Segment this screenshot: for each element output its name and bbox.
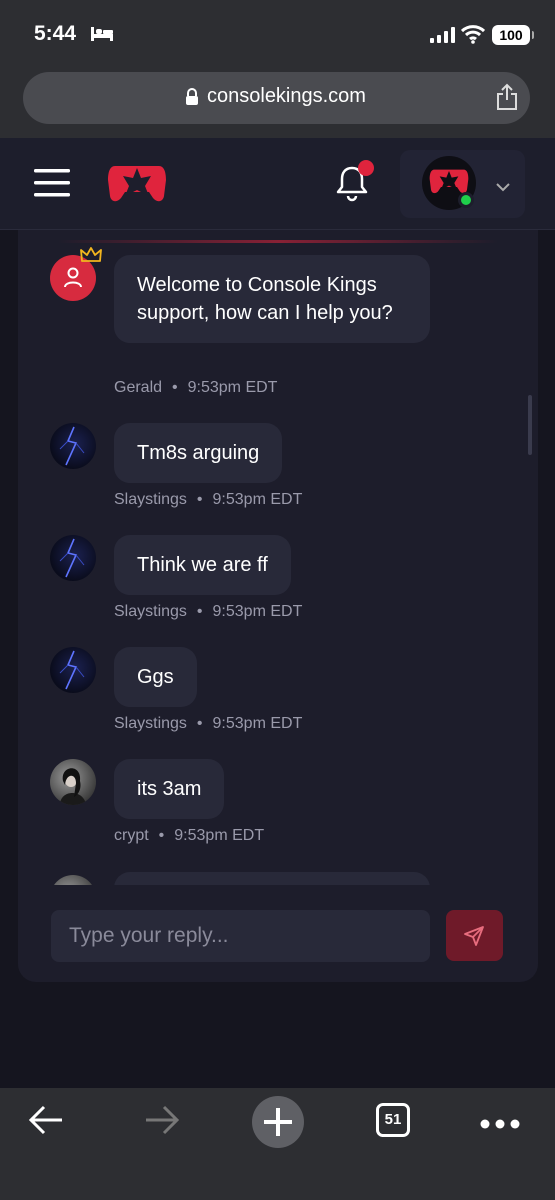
- message-bubble: Think we are ff: [114, 535, 291, 595]
- message-time: 9:53pm EDT: [212, 603, 303, 620]
- message-time: 9:53pm EDT: [187, 379, 278, 396]
- message-time: 9:53pm EDT: [212, 491, 303, 508]
- forward-arrow-icon[interactable]: [144, 1104, 180, 1140]
- message-bubble: Welcome to Console Kings support, how ca…: [114, 255, 430, 343]
- signal-icon: [430, 27, 456, 47]
- online-status-dot: [458, 192, 474, 208]
- message-time: 9:53pm EDT: [174, 827, 265, 844]
- share-icon[interactable]: [495, 83, 519, 115]
- message-author: Slaystings: [114, 491, 187, 508]
- tab-switcher-button[interactable]: 51: [376, 1103, 410, 1137]
- meta-separator: •: [196, 603, 203, 620]
- avatar: [50, 535, 96, 581]
- meta-separator: •: [196, 491, 203, 508]
- message-author: crypt: [114, 827, 149, 844]
- message-meta: Slaystings • 9:53pm EDT: [114, 715, 302, 733]
- message-bubble: Ggs: [114, 647, 197, 707]
- status-time: 5:44: [34, 22, 77, 45]
- back-arrow-icon[interactable]: [28, 1104, 64, 1140]
- meta-separator: •: [196, 715, 203, 732]
- more-icon[interactable]: [480, 1114, 520, 1133]
- message-bubble: [114, 872, 430, 885]
- support-chat-panel: Welcome to Console Kings support, how ca…: [18, 230, 538, 982]
- message-author: Slaystings: [114, 603, 187, 620]
- crown-icon: [80, 247, 102, 267]
- message-meta: Slaystings • 9:53pm EDT: [114, 603, 302, 621]
- avatar: [50, 759, 96, 805]
- message-bubble: its 3am: [114, 759, 225, 819]
- new-tab-button[interactable]: [252, 1096, 304, 1148]
- meta-separator: •: [172, 379, 178, 396]
- chevron-down-icon[interactable]: [495, 177, 511, 196]
- message-list[interactable]: Welcome to Console Kings support, how ca…: [18, 230, 538, 885]
- battery-indicator: 100: [492, 25, 534, 45]
- message-meta: Slaystings • 9:53pm EDT: [114, 491, 302, 509]
- account-menu[interactable]: [400, 150, 525, 218]
- console-kings-logo[interactable]: [107, 162, 167, 208]
- avatar: [50, 647, 96, 693]
- url-text: consolekings.com: [207, 85, 366, 107]
- bed-icon: [90, 25, 114, 47]
- avatar: [50, 875, 96, 885]
- notification-badge: [358, 160, 374, 176]
- message-meta: Gerald • 9:53pm EDT: [114, 379, 277, 397]
- address-bar[interactable]: consolekings.com: [23, 72, 530, 124]
- send-button[interactable]: [446, 910, 503, 961]
- message-author: Slaystings: [114, 715, 187, 732]
- meta-separator: •: [158, 827, 165, 844]
- lock-icon: [185, 88, 199, 110]
- wifi-icon: [460, 24, 486, 48]
- browser-chrome: 5:44 100 consolekings.com: [0, 0, 555, 138]
- menu-icon[interactable]: [34, 169, 70, 201]
- scrollbar[interactable]: [528, 395, 532, 455]
- message-time: 9:53pm EDT: [212, 715, 303, 732]
- site-header: [0, 138, 555, 230]
- avatar: [50, 423, 96, 469]
- browser-toolbar: 51: [0, 1088, 555, 1200]
- message-bubble: Tm8s arguing: [114, 423, 283, 483]
- reply-input[interactable]: [51, 910, 430, 962]
- message-meta: crypt • 9:53pm EDT: [114, 827, 264, 845]
- message-author: Gerald: [114, 379, 163, 396]
- plus-icon: [264, 1108, 292, 1136]
